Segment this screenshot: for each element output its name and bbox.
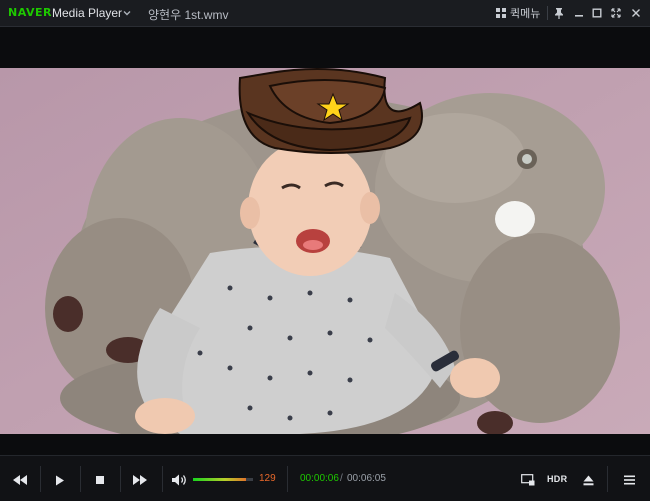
fast-forward-icon[interactable] xyxy=(128,464,152,494)
chevron-down-icon[interactable] xyxy=(122,8,132,18)
brand-logo: NAVER xyxy=(8,6,52,19)
video-frame-illustration xyxy=(0,68,650,434)
control-separator xyxy=(162,466,163,492)
file-name: 양현우 1st.wmv xyxy=(148,8,229,22)
volume-slider-fill xyxy=(193,478,246,481)
volume-value: 129 xyxy=(259,473,276,484)
stop-icon[interactable] xyxy=(90,464,110,494)
app-name-menu[interactable]: Media Player xyxy=(52,6,122,20)
control-separator xyxy=(40,466,41,492)
menu-icon[interactable] xyxy=(619,464,639,494)
volume-slider[interactable] xyxy=(193,478,253,481)
hdr-button[interactable]: HDR xyxy=(547,474,567,484)
title-bar: NAVER Media Player 양현우 1st.wmv 퀵메뉴 xyxy=(0,0,650,27)
maximize-icon[interactable] xyxy=(588,4,606,22)
minimize-icon[interactable] xyxy=(570,4,588,22)
close-icon[interactable] xyxy=(627,4,645,22)
grid-icon xyxy=(496,8,506,18)
screen-capture-icon[interactable] xyxy=(518,464,538,494)
quick-menu-label: 퀵메뉴 xyxy=(510,8,541,20)
fullscreen-icon[interactable] xyxy=(607,4,625,22)
title-separator xyxy=(547,6,548,20)
control-separator xyxy=(607,466,608,492)
eject-icon[interactable] xyxy=(578,464,598,494)
time-separator: / xyxy=(340,473,343,484)
control-separator xyxy=(287,466,288,492)
current-time: 00:00:06 xyxy=(300,473,339,484)
total-time: 00:06:05 xyxy=(347,473,386,484)
video-display[interactable] xyxy=(0,68,650,434)
quick-menu-button[interactable]: 퀵메뉴 xyxy=(496,5,540,21)
control-separator xyxy=(80,466,81,492)
rewind-icon[interactable] xyxy=(8,464,32,494)
pin-icon[interactable] xyxy=(550,4,568,22)
control-separator xyxy=(120,466,121,492)
speaker-icon[interactable] xyxy=(170,464,190,494)
play-icon[interactable] xyxy=(50,464,70,494)
